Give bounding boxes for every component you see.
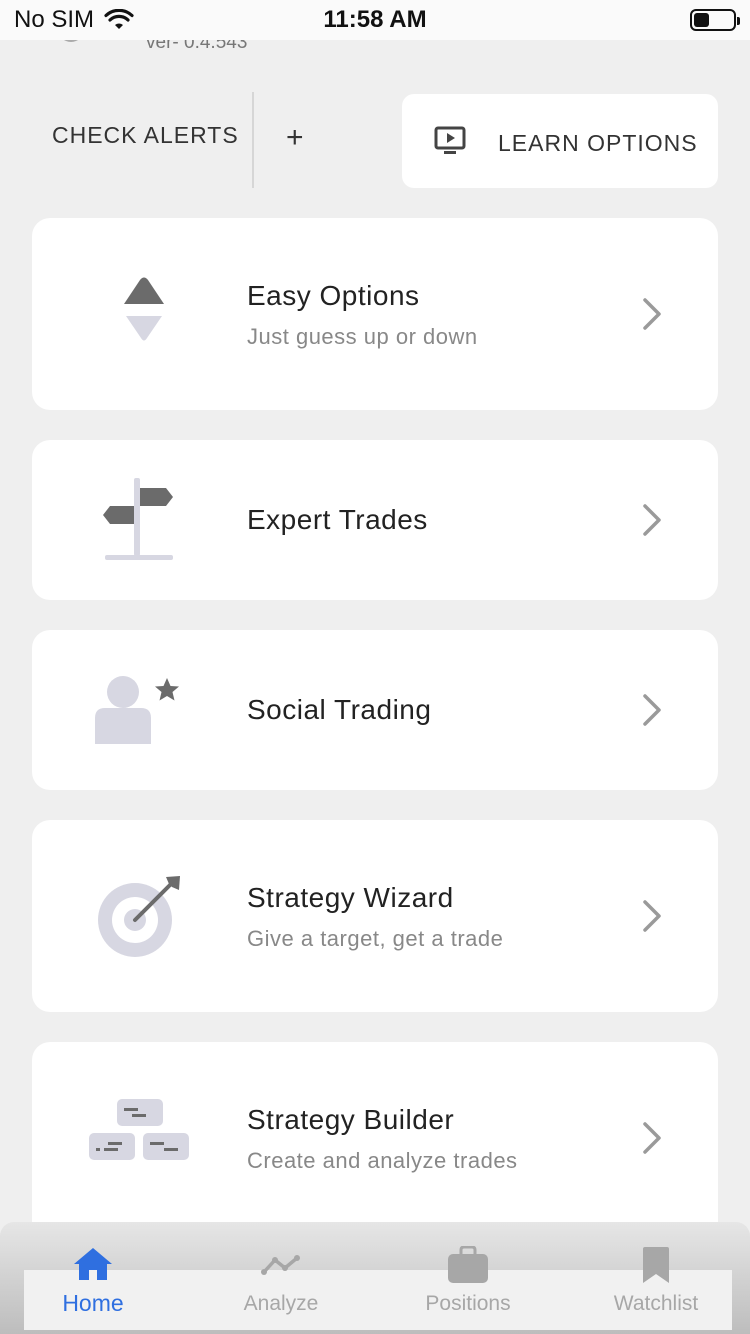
chevron-right-icon [643, 1122, 661, 1154]
home-icon [74, 1248, 112, 1280]
card-subtitle: Create and analyze trades [247, 1148, 518, 1173]
card-title: Expert Trades [247, 504, 428, 535]
card-subtitle: Give a target, get a trade [247, 926, 504, 951]
tab-label: Positions [425, 1292, 511, 1315]
tab-home[interactable]: Home [23, 1242, 163, 1322]
person-star-icon [95, 676, 179, 744]
tab-label: Watchlist [613, 1292, 699, 1315]
tab-label: Home [62, 1290, 124, 1316]
tab-label: Analyze [243, 1292, 319, 1315]
video-play-icon [434, 126, 466, 154]
card-expert-trades[interactable]: Expert Trades [32, 440, 718, 600]
card-strategy-builder[interactable]: Strategy Builder Create and analyze trad… [32, 1042, 718, 1242]
status-bar: No SIM 11:58 AM [0, 0, 750, 40]
card-title: Strategy Builder [247, 1104, 455, 1135]
card-strategy-wizard[interactable]: Strategy Wizard Give a target, get a tra… [32, 820, 718, 1012]
chevron-right-icon [643, 298, 661, 330]
card-social-trading[interactable]: Social Trading [32, 630, 718, 790]
chevron-right-icon [643, 504, 661, 536]
blocks-icon [89, 1099, 189, 1160]
briefcase-icon [448, 1246, 488, 1283]
tab-positions[interactable]: Positions [398, 1242, 538, 1322]
battery-icon [690, 9, 740, 31]
card-easy-options[interactable]: Easy Options Just guess up or down [32, 218, 718, 410]
divider [252, 92, 254, 188]
learn-options-label: LEARN OPTIONS [498, 130, 698, 156]
card-title: Easy Options [247, 280, 420, 311]
check-alerts-button[interactable]: CHECK ALERTS [52, 122, 239, 149]
card-subtitle: Just guess up or down [247, 324, 478, 349]
chevron-right-icon [643, 900, 661, 932]
signpost-icon [103, 478, 173, 560]
carrier-label: No SIM [14, 6, 95, 33]
wifi-icon [104, 9, 134, 29]
up-down-arrows-icon [124, 277, 164, 341]
tab-watchlist[interactable]: Watchlist [586, 1242, 726, 1322]
chevron-right-icon [643, 694, 661, 726]
add-button[interactable]: + [286, 120, 304, 156]
card-title: Social Trading [247, 694, 432, 725]
chart-line-icon [261, 1255, 300, 1275]
target-dart-icon [98, 876, 180, 957]
card-title: Strategy Wizard [247, 882, 454, 913]
learn-options-button[interactable]: LEARN OPTIONS [402, 94, 718, 188]
bookmark-icon [643, 1247, 669, 1283]
top-actions: CHECK ALERTS + LEARN OPTIONS [0, 92, 750, 190]
tab-analyze[interactable]: Analyze [211, 1242, 351, 1322]
